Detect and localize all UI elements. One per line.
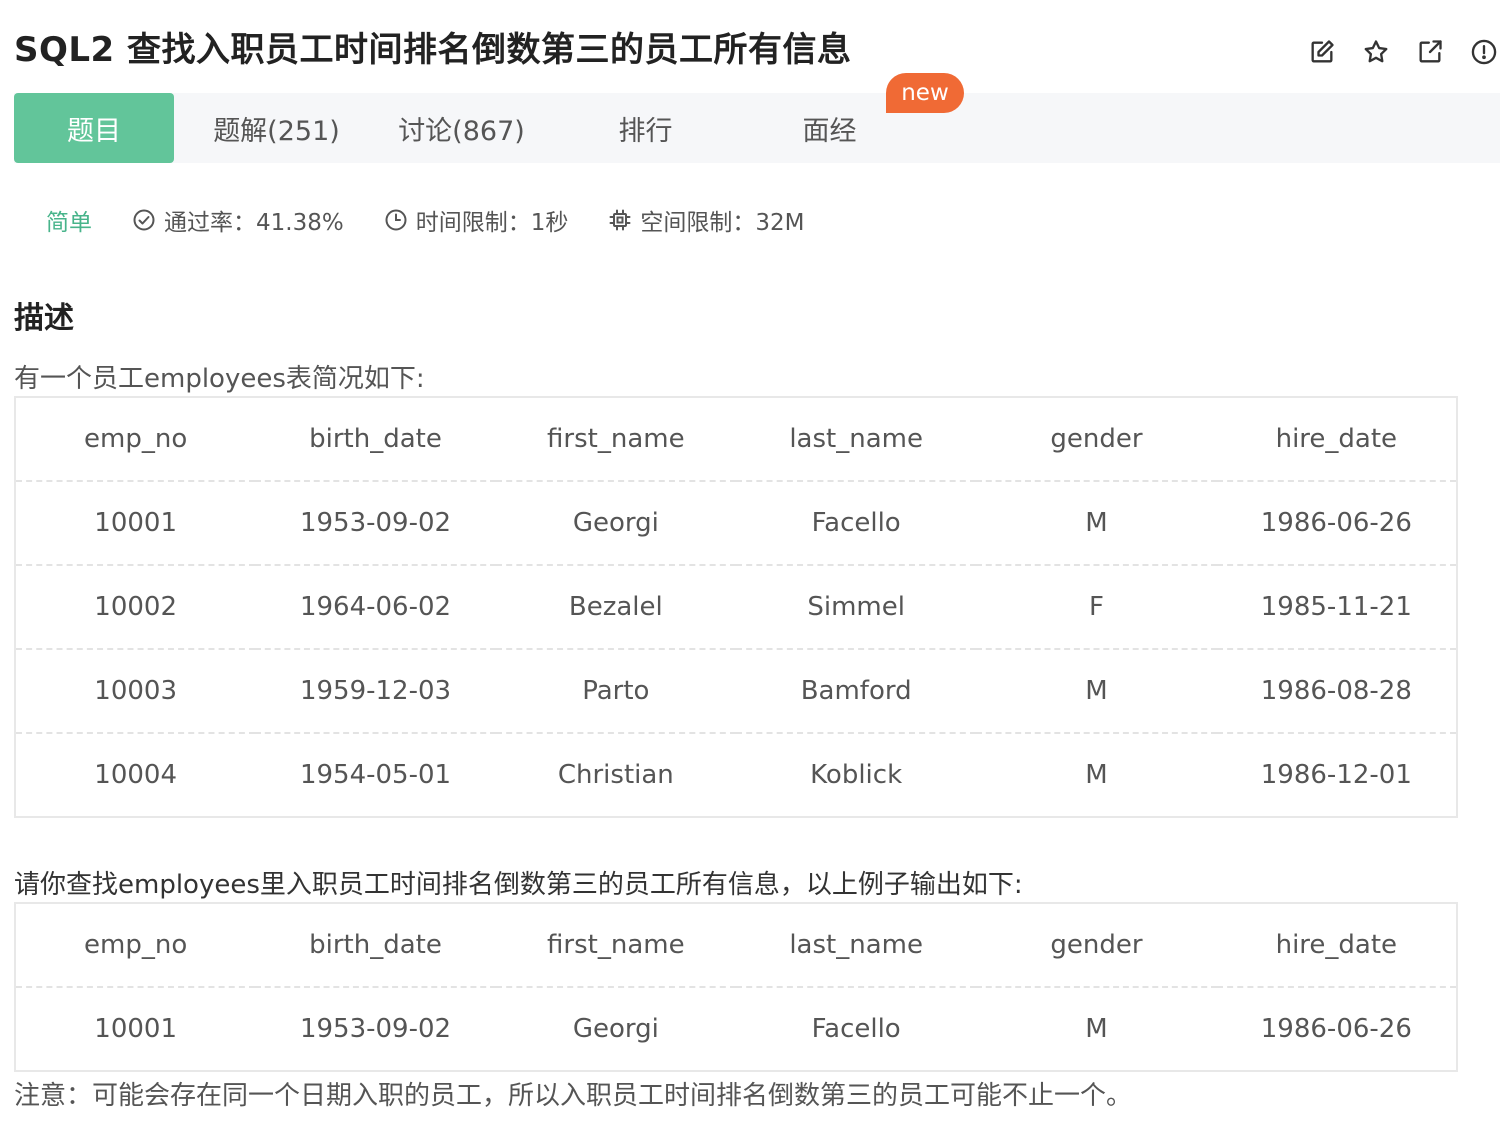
- table-cell: Koblick: [810, 760, 903, 790]
- table-cell: 1986-12-01: [1260, 760, 1412, 790]
- table-cell: 1986-06-26: [1260, 1014, 1412, 1044]
- star-icon[interactable]: [1360, 36, 1392, 68]
- table-cell: Facello: [735, 481, 977, 566]
- table-cell: 10001: [94, 1014, 178, 1044]
- table-cell: Georgi: [495, 481, 736, 566]
- column-header: emp_no: [15, 397, 256, 482]
- new-badge: new: [886, 73, 964, 113]
- table-row: 10001 1953-09-02 Georgi Facello M 1986-0…: [15, 987, 1457, 1071]
- tab-problem[interactable]: 题目: [14, 93, 174, 163]
- column-header: gender: [976, 397, 1217, 482]
- table-cell: 1954-05-01: [299, 760, 452, 790]
- section-heading: 描述: [14, 301, 74, 336]
- page-title: SQL2 查找入职员工时间排名倒数第三的员工所有信息: [14, 30, 852, 70]
- table-header-row: emp_no birth_date first_name last_name g…: [15, 397, 1457, 482]
- pass-rate-text: 通过率：41.38%: [164, 210, 344, 236]
- table-cell: Georgi: [572, 1014, 659, 1044]
- table-cell: 1964-06-02: [255, 565, 496, 650]
- task-text: 请你查找employees里入职员工时间排名倒数第三的员工所有信息，以上例子输出…: [14, 870, 1023, 900]
- table-header-row: emp_no birth_date first_name last_name g…: [15, 903, 1457, 988]
- table-cell: 1953-09-02: [299, 1014, 452, 1044]
- intro-text: 有一个员工employees表简况如下:: [14, 364, 425, 394]
- column-header: first_name: [495, 903, 736, 988]
- space-limit: 空间限制：32M: [608, 203, 804, 237]
- pass-rate: 通过率：41.38%: [132, 203, 344, 237]
- column-header: hire_date: [1216, 397, 1457, 482]
- table-row: 10003 1959-12-03 Parto Bamford M 1986-08…: [15, 649, 1457, 734]
- column-header: birth_date: [255, 903, 496, 988]
- table-cell: Christian: [557, 760, 674, 790]
- header-actions: [1306, 36, 1500, 68]
- share-icon[interactable]: [1414, 36, 1446, 68]
- column-header: gender: [976, 903, 1217, 988]
- tab-solutions[interactable]: 题解(251): [174, 93, 379, 163]
- clock-icon: [385, 209, 407, 231]
- chip-icon: [609, 209, 631, 231]
- table-row: 10004 1954-05-01 Christian Koblick M 198…: [15, 733, 1457, 817]
- table-cell: 10004: [94, 760, 178, 790]
- problem-header: SQL2 查找入职员工时间排名倒数第三的员工所有信息: [14, 26, 1500, 78]
- check-circle-icon: [133, 209, 155, 231]
- table-cell: Parto: [495, 649, 736, 734]
- table-cell: 1953-09-02: [255, 481, 496, 566]
- column-header: first_name: [495, 397, 736, 482]
- difficulty-label: 简单: [46, 210, 92, 236]
- table-cell: 10003: [15, 649, 256, 734]
- table-cell: F: [976, 565, 1217, 650]
- table-cell: M: [976, 481, 1217, 566]
- table-cell: Bezalel: [495, 565, 736, 650]
- table-cell: M: [1085, 760, 1108, 790]
- table-cell: 10002: [15, 565, 256, 650]
- column-header: hire_date: [1216, 903, 1457, 988]
- tab-bar: 题目 题解(251) 讨论(867) 排行 面经: [14, 93, 1500, 163]
- tab-discussion[interactable]: 讨论(867): [379, 93, 544, 163]
- table-cell: Bamford: [735, 649, 977, 734]
- time-limit: 时间限制：1秒: [384, 203, 569, 237]
- time-limit-text: 时间限制：1秒: [415, 210, 569, 236]
- space-limit-text: 空间限制：32M: [640, 210, 805, 236]
- table-cell: 1959-12-03: [255, 649, 496, 734]
- info-icon[interactable]: [1468, 36, 1500, 68]
- column-header: last_name: [735, 397, 977, 482]
- result-table: emp_no birth_date first_name last_name g…: [14, 902, 1458, 1072]
- note-text: 注意：可能会存在同一个日期入职的员工，所以入职员工时间排名倒数第三的员工可能不止…: [14, 1081, 1133, 1111]
- table-cell: Simmel: [735, 565, 977, 650]
- column-header: emp_no: [15, 903, 256, 988]
- table-cell: 1986-06-26: [1216, 481, 1457, 566]
- table-cell: M: [1085, 1014, 1108, 1044]
- employees-table: emp_no birth_date first_name last_name g…: [14, 396, 1458, 818]
- table-cell: M: [976, 649, 1217, 734]
- table-cell: 1985-11-21: [1216, 565, 1457, 650]
- table-cell: 10001: [15, 481, 256, 566]
- column-header: birth_date: [255, 397, 496, 482]
- problem-meta: 简单 通过率：41.38% 时间限制：1秒 空间限制：32M: [46, 200, 844, 240]
- table-cell: 1986-08-28: [1216, 649, 1457, 734]
- table-row: 10002 1964-06-02 Bezalel Simmel F 1985-1…: [15, 565, 1457, 650]
- tab-ranking[interactable]: 排行: [544, 93, 747, 163]
- edit-icon[interactable]: [1306, 36, 1338, 68]
- column-header: last_name: [735, 903, 977, 988]
- table-cell: Facello: [811, 1014, 901, 1044]
- table-row: 10001 1953-09-02 Georgi Facello M 1986-0…: [15, 481, 1457, 566]
